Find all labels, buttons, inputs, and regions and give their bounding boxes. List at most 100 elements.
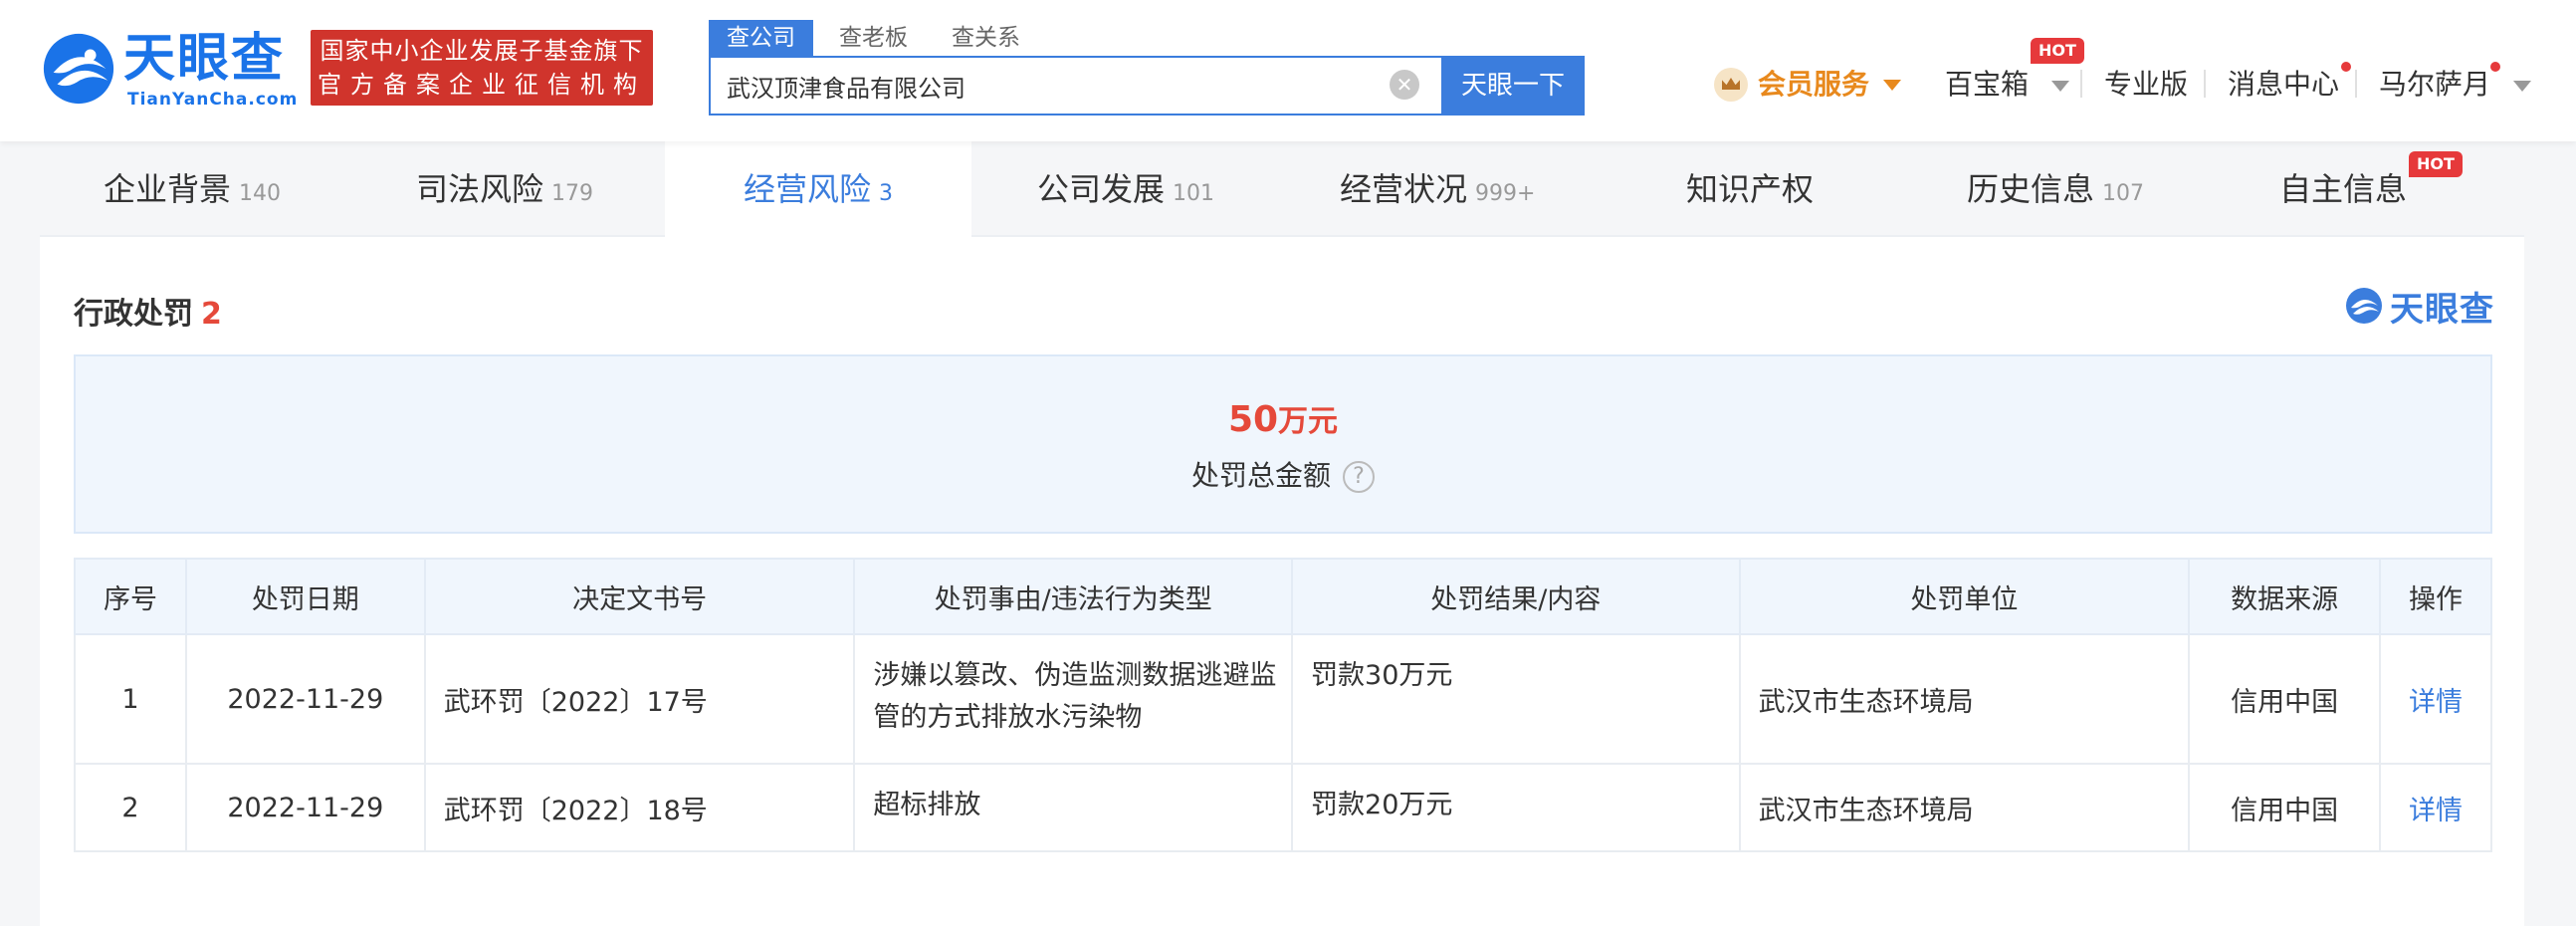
nav-divider	[2204, 70, 2206, 98]
dimension-tabs: 企业背景 140 司法风险 179 经营风险 3 公司发展 101 经营状况 999+ 知…	[40, 141, 2524, 239]
cell-unit: 武汉市生态环境局	[1738, 763, 2191, 852]
tab-count: 107	[2102, 181, 2145, 206]
tab-enterprise-background[interactable]: 企业背景 140	[104, 141, 281, 237]
search-input[interactable]	[727, 58, 1384, 114]
cell-date: 2022-11-29	[184, 633, 426, 765]
unread-dot	[2341, 62, 2351, 72]
amount-value: 50	[1227, 399, 1279, 440]
clear-icon[interactable]: ✕	[1390, 70, 1419, 100]
col-header-result: 处罚结果/内容	[1291, 558, 1741, 635]
tab-count: 999+	[1475, 181, 1536, 206]
amount-unit: 万元	[1278, 404, 1339, 439]
tab-label: 企业背景	[104, 170, 232, 208]
cell-reason: 涉嫌以篡改、伪造监测数据逃避监管的方式排放水污染物	[853, 633, 1294, 765]
search-tab-relation[interactable]: 查关系	[934, 20, 1038, 56]
total-amount-label: 处罚总金额?	[76, 454, 2490, 494]
tab-label: 知识产权	[1686, 170, 1815, 208]
cell-action: 详情	[2379, 633, 2492, 765]
section-title: 行政处罚 2	[74, 289, 222, 333]
col-header-doc: 决定文书号	[423, 558, 856, 635]
tab-self-info[interactable]: 自主信息	[2279, 141, 2407, 237]
crown-icon	[1714, 68, 1748, 102]
tab-label: 公司发展	[1037, 170, 1166, 208]
search-button[interactable]: 天眼一下	[1441, 56, 1585, 116]
tab-count: 3	[879, 181, 893, 206]
tab-operating-risk[interactable]: 经营风险 3	[665, 141, 971, 239]
col-header-reason: 处罚事由/违法行为类型	[853, 558, 1294, 635]
vip-service-menu[interactable]: 会员服务	[1714, 62, 1902, 108]
section-count: 2	[201, 297, 222, 332]
tab-intellectual-property[interactable]: 知识产权	[1686, 141, 1814, 237]
fund-line-2: 官方备案企业征信机构	[318, 71, 646, 99]
top-header: 天眼查 TianYanCha.com 国家中小企业发展子基金旗下 官方备案企业征…	[0, 0, 2576, 141]
tab-operating-status[interactable]: 经营状况 999+	[1340, 141, 1535, 237]
tab-label: 经营风险	[743, 170, 871, 208]
logo-text: 天眼查	[123, 29, 286, 89]
toolbox-menu[interactable]: 百宝箱	[1945, 62, 2069, 108]
search-tab-company[interactable]: 查公司	[709, 20, 813, 56]
section-title-text: 行政处罚	[74, 297, 193, 332]
penalty-summary: 50万元 处罚总金额?	[74, 354, 2492, 534]
tab-count: 101	[1173, 181, 1215, 206]
col-header-date: 处罚日期	[184, 558, 426, 635]
search-box: ✕ 天眼一下	[709, 56, 1585, 116]
tab-label: 经营状况	[1340, 170, 1468, 208]
hot-badge: HOT	[2031, 38, 2084, 64]
chevron-down-icon	[2512, 80, 2531, 92]
tab-count: 140	[239, 181, 282, 206]
logo-domain: TianYanCha.com	[127, 90, 299, 110]
cell-no: 2	[74, 763, 187, 852]
brand-text: 天眼查	[2390, 289, 2494, 330]
tab-label: 历史信息	[1967, 170, 2095, 208]
col-header-source: 数据来源	[2188, 558, 2382, 635]
cell-doc: 武环罚〔2022〕17号	[423, 633, 856, 765]
help-icon[interactable]: ?	[1343, 461, 1375, 493]
detail-link[interactable]: 详情	[2409, 687, 2463, 718]
penalty-table: 序号 处罚日期 决定文书号 处罚事由/违法行为类型 处罚结果/内容 处罚单位 数…	[74, 558, 2492, 852]
detail-link[interactable]: 详情	[2409, 796, 2463, 826]
cell-no: 1	[74, 633, 187, 765]
table-row: 1 2022-11-29 武环罚〔2022〕17号 涉嫌以篡改、伪造监测数据逃避…	[74, 633, 2492, 765]
tab-count: 179	[551, 181, 594, 206]
cell-date: 2022-11-29	[184, 763, 426, 852]
cell-source: 信用中国	[2188, 633, 2382, 765]
cell-unit: 武汉市生态环境局	[1738, 633, 2191, 765]
col-header-action: 操作	[2379, 558, 2492, 635]
brand-watermark: 天眼查	[2344, 283, 2494, 330]
tab-company-development[interactable]: 公司发展 101	[1037, 141, 1214, 237]
cell-result: 罚款20万元	[1291, 763, 1741, 852]
eye-logo-icon	[43, 33, 114, 105]
cell-source: 信用中国	[2188, 763, 2382, 852]
fund-line-1: 国家中小企业发展子基金旗下	[320, 37, 644, 65]
tab-history-info[interactable]: 历史信息 107	[1967, 141, 2144, 237]
cell-reason: 超标排放	[853, 763, 1294, 852]
fund-badge: 国家中小企业发展子基金旗下 官方备案企业征信机构	[311, 30, 653, 106]
table-header-row: 序号 处罚日期 决定文书号 处罚事由/违法行为类型 处罚结果/内容 处罚单位 数…	[74, 558, 2492, 635]
company-detail-card: 企业背景 140 司法风险 179 经营风险 3 公司发展 101 经营状况 999+ 知…	[40, 141, 2524, 926]
chevron-down-icon	[1883, 79, 1902, 91]
nav-divider	[2355, 70, 2357, 98]
message-center-link[interactable]: 消息中心	[2228, 62, 2339, 108]
vip-label: 会员服务	[1758, 68, 1870, 101]
col-header-no: 序号	[74, 558, 187, 635]
nav-divider	[2080, 70, 2082, 98]
user-name: 马尔萨月	[2379, 68, 2491, 101]
hot-badge: HOT	[2409, 151, 2463, 177]
cell-doc: 武环罚〔2022〕18号	[423, 763, 856, 852]
tab-judicial-risk[interactable]: 司法风险 179	[416, 141, 593, 237]
toolbox-label: 百宝箱	[1945, 68, 2030, 101]
search-type-tabs: 查公司 查老板 查关系	[709, 20, 1046, 56]
amount-label-text: 处罚总金额	[1190, 459, 1331, 492]
col-header-unit: 处罚单位	[1738, 558, 2191, 635]
tab-label: 自主信息	[2279, 170, 2408, 208]
user-menu[interactable]: 马尔萨月	[2379, 62, 2531, 108]
cell-result: 罚款30万元	[1291, 633, 1741, 765]
tab-label: 司法风险	[416, 170, 544, 208]
total-amount: 50万元	[76, 396, 2490, 440]
search-tab-boss[interactable]: 查老板	[821, 20, 926, 56]
cell-action: 详情	[2379, 763, 2492, 852]
chevron-down-icon	[2050, 80, 2069, 92]
table-row: 2 2022-11-29 武环罚〔2022〕18号 超标排放 罚款20万元 武汉…	[74, 763, 2492, 852]
site-logo[interactable]: 天眼查 TianYanCha.com	[40, 28, 297, 110]
pro-version-link[interactable]: 专业版	[2104, 62, 2188, 108]
